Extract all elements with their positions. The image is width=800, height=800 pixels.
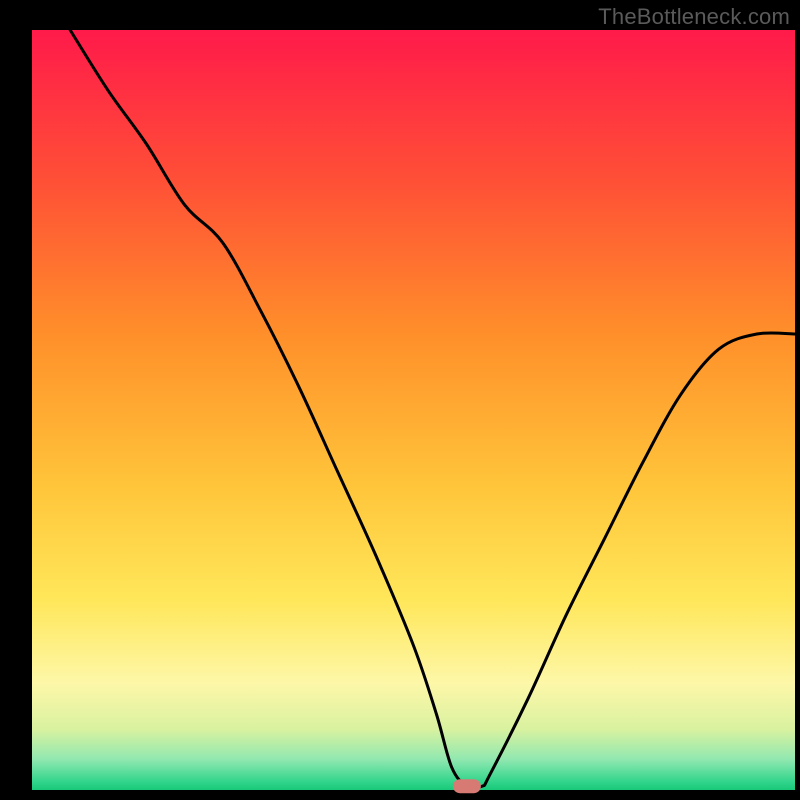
attribution-label: TheBottleneck.com bbox=[598, 4, 790, 30]
bottleneck-chart bbox=[0, 0, 800, 800]
optimal-point-marker bbox=[453, 779, 481, 793]
chart-container: TheBottleneck.com bbox=[0, 0, 800, 800]
